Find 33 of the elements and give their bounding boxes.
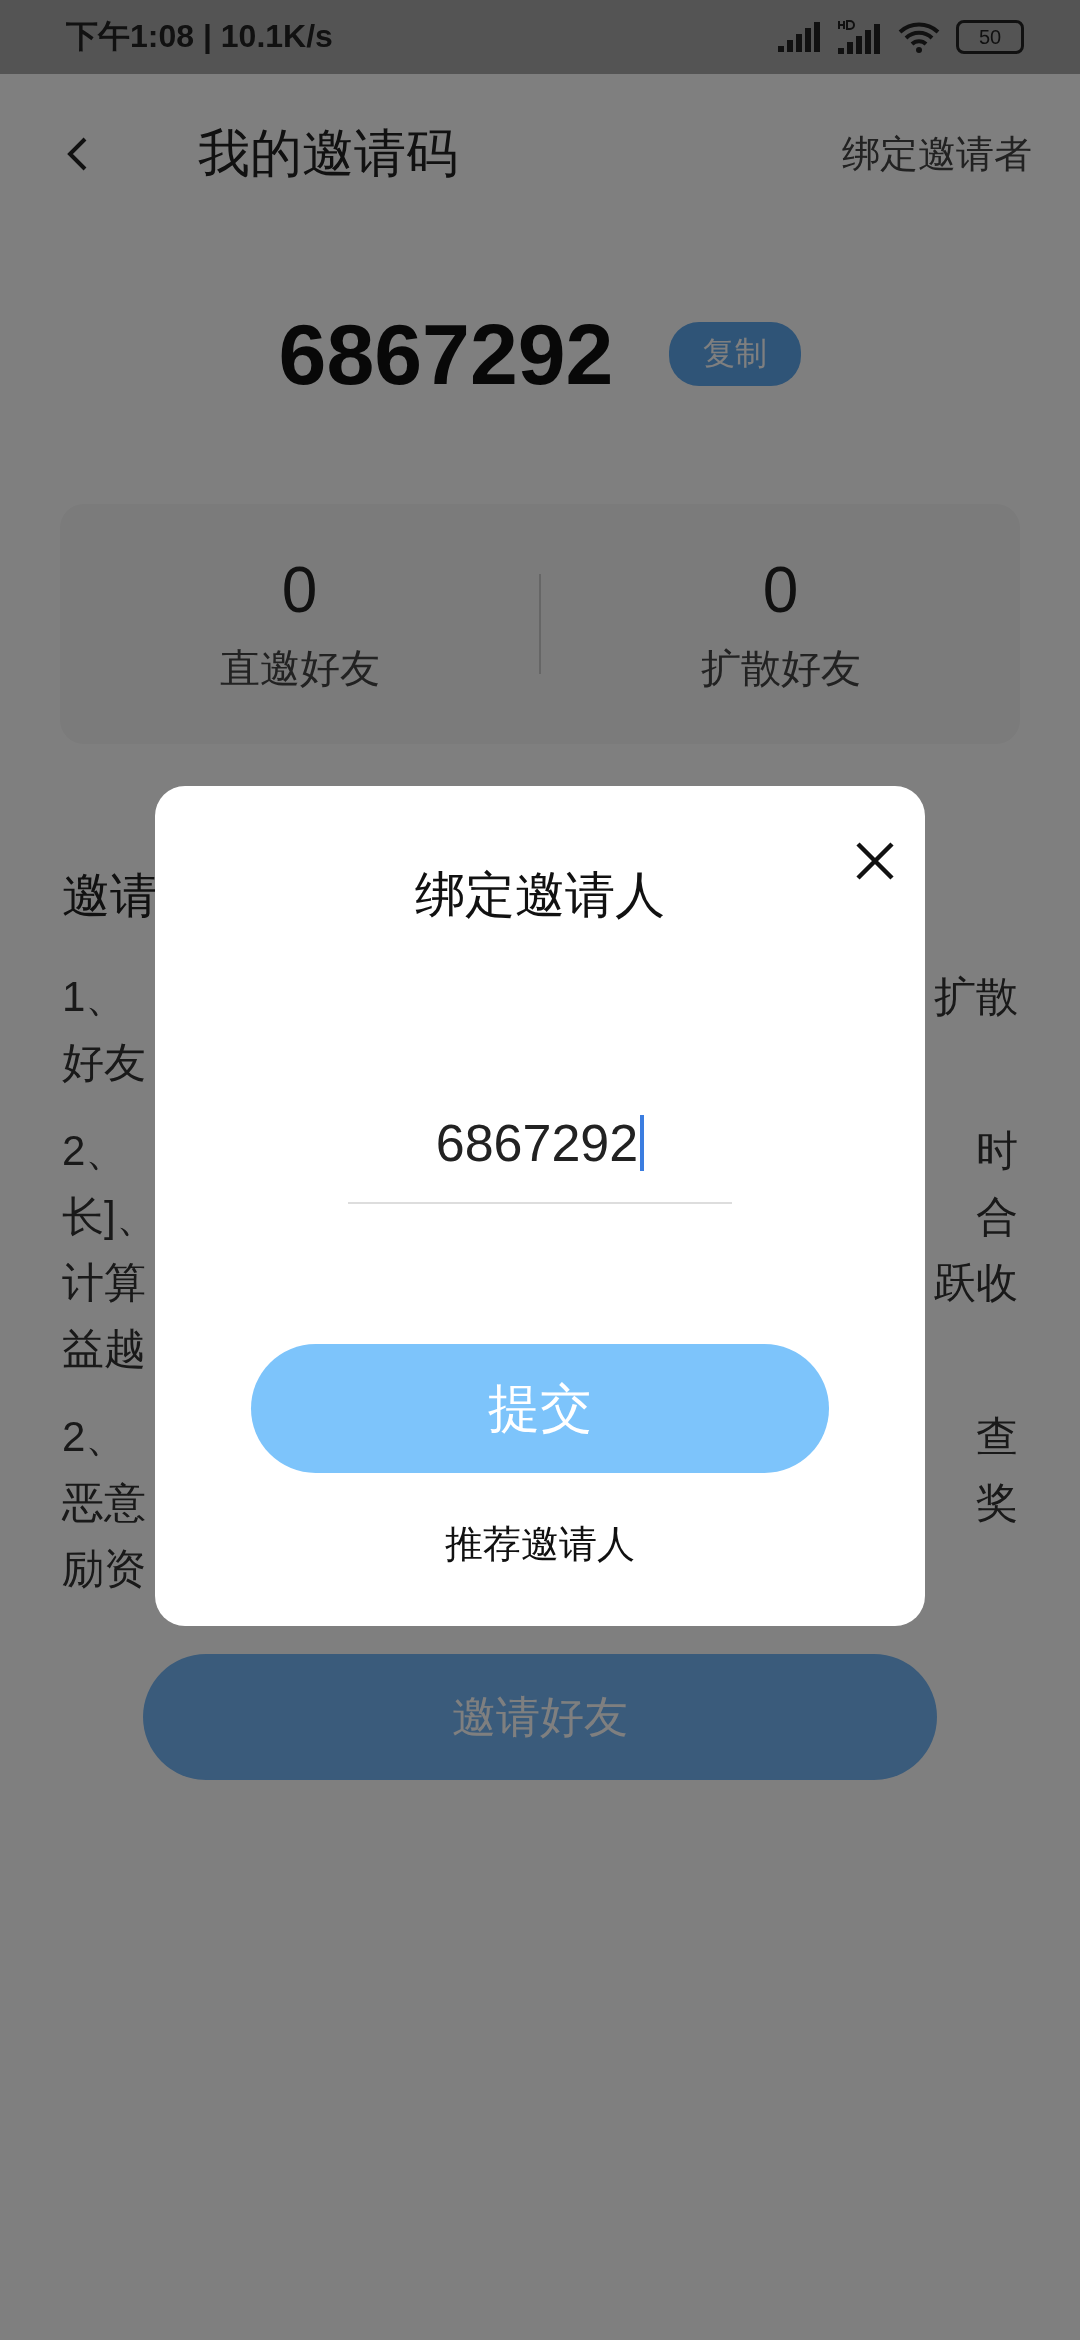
invite-code: 6867292 — [278, 304, 614, 404]
stat-label: 直邀好友 — [219, 644, 380, 692]
rule-text: 益越 — [62, 1324, 146, 1374]
close-icon[interactable] — [855, 841, 895, 881]
page-title: 我的邀请码 — [198, 123, 459, 184]
rule-text: 奖 — [976, 1478, 1018, 1528]
rule-text: 长]、 — [62, 1192, 158, 1242]
recommend-inviter-link[interactable]: 推荐邀请人 — [445, 1519, 635, 1570]
rules-heading: 邀请 — [62, 868, 158, 924]
stat-value: 0 — [762, 552, 799, 627]
rule-text: 扩散 — [934, 972, 1018, 1022]
signal-icon — [778, 22, 822, 52]
rule-text: 恶意 — [62, 1478, 146, 1528]
hd-signal-icon — [838, 20, 882, 54]
stat-value: 0 — [281, 552, 318, 627]
rule-text: 时 — [976, 1126, 1018, 1176]
input-field[interactable]: 6867292 — [348, 1104, 732, 1204]
rule-text: 励资 — [62, 1544, 146, 1594]
rule-text: 好友 — [62, 1038, 146, 1088]
wifi-icon — [898, 21, 940, 53]
stat-label: 扩散好友 — [700, 644, 861, 692]
back-icon[interactable] — [66, 136, 88, 172]
rule-text: 2、 — [62, 1412, 128, 1462]
rule-text: 查 — [976, 1412, 1018, 1462]
rule-text: 跃收 — [934, 1258, 1018, 1308]
rule-text: 合 — [976, 1192, 1018, 1242]
status-time: 下午1:08 | 10.1K/s — [66, 17, 333, 56]
battery-icon: 50 — [956, 20, 1024, 54]
dialog-title: 绑定邀请人 — [415, 866, 665, 925]
rule-text: 计算 — [62, 1258, 146, 1308]
rule-text: 1、 — [62, 972, 128, 1022]
rule-text: 2、 — [62, 1126, 128, 1176]
bind-inviter-link[interactable]: 绑定邀请者 — [842, 128, 1032, 180]
